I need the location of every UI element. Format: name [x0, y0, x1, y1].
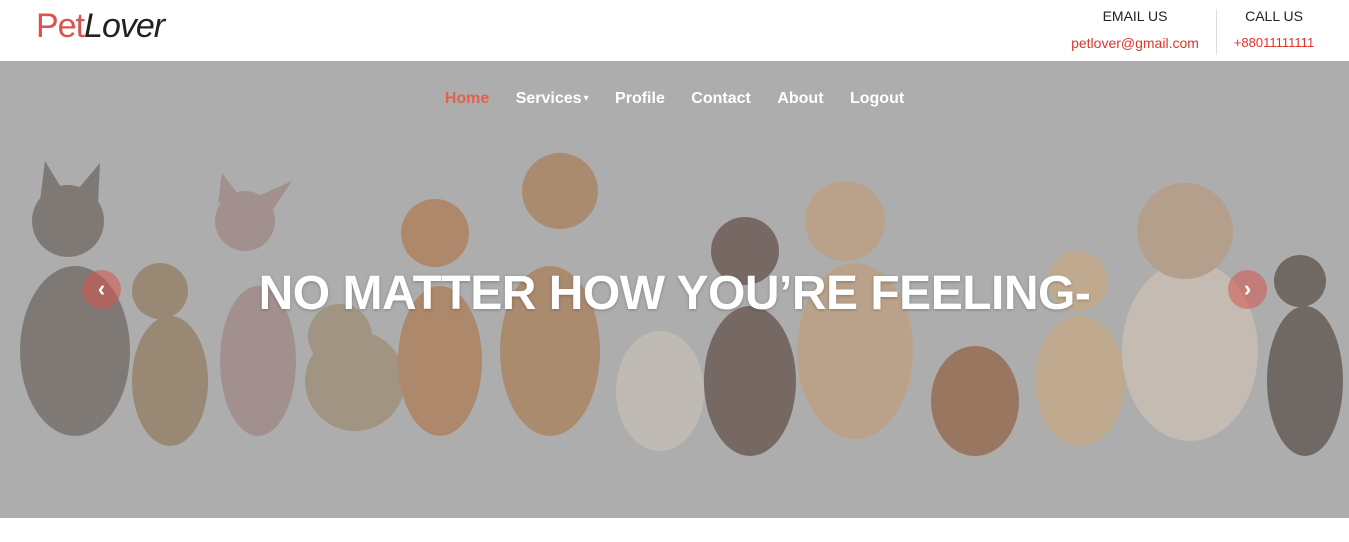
- nav-profile[interactable]: Profile: [615, 90, 665, 108]
- chevron-right-icon: ›: [1243, 276, 1252, 301]
- nav-services[interactable]: Services ▾: [516, 90, 589, 108]
- nav-home[interactable]: Home: [445, 90, 489, 108]
- chevron-left-icon: ‹: [97, 276, 106, 301]
- logo-pet: Pet: [36, 7, 85, 45]
- email-contact: EMAIL US petlover@gmail.com: [1060, 0, 1210, 61]
- email-label: EMAIL US: [1102, 8, 1168, 24]
- hero-carousel: Home Services ▾ Profile Contact About Log…: [0, 61, 1349, 518]
- carousel-next-button[interactable]: ›: [1228, 270, 1267, 309]
- email-link[interactable]: petlover@gmail.com: [1060, 35, 1210, 51]
- nav-logout[interactable]: Logout: [850, 90, 904, 108]
- nav-services-label: Services: [515, 90, 582, 107]
- logo-lover: Lover: [84, 7, 165, 45]
- phone-link[interactable]: +88011111111: [1220, 35, 1328, 50]
- top-header: PetLover EMAIL US petlover@gmail.com CAL…: [0, 0, 1349, 61]
- logo[interactable]: PetLover: [36, 6, 165, 46]
- call-label: CALL US: [1245, 8, 1303, 24]
- call-contact: CALL US +88011111111: [1220, 0, 1328, 61]
- main-nav: Home Services ▾ Profile Contact About Log…: [0, 90, 1349, 108]
- contact-divider: [1216, 9, 1217, 55]
- caret-down-icon: ▾: [583, 93, 589, 105]
- nav-contact[interactable]: Contact: [691, 90, 751, 108]
- hero-headline: NO MATTER HOW YOU’RE FEELING-: [258, 267, 1091, 320]
- carousel-prev-button[interactable]: ‹: [82, 270, 121, 309]
- nav-about[interactable]: About: [777, 90, 823, 108]
